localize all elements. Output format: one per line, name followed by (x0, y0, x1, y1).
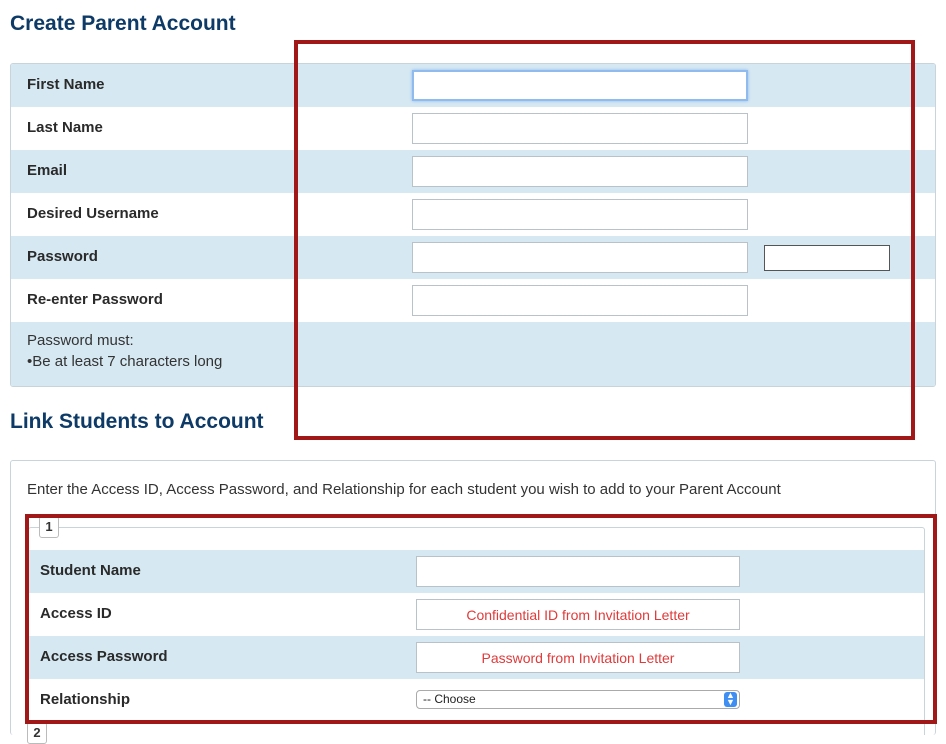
create-account-title: Create Parent Account (10, 12, 236, 35)
student-group-2-number: 2 (27, 722, 47, 744)
reenter-password-label: Re-enter Password (27, 291, 163, 308)
username-label: Desired Username (27, 205, 159, 222)
first-name-label: First Name (27, 76, 105, 93)
highlight-box-student-fields (25, 514, 937, 724)
highlight-box-account-fields (294, 40, 915, 440)
email-label: Email (27, 162, 68, 179)
password-label: Password (27, 248, 98, 265)
link-students-title: Link Students to Account (10, 410, 264, 433)
last-name-label: Last Name (27, 119, 103, 136)
link-students-intro: Enter the Access ID, Access Password, an… (27, 481, 781, 498)
